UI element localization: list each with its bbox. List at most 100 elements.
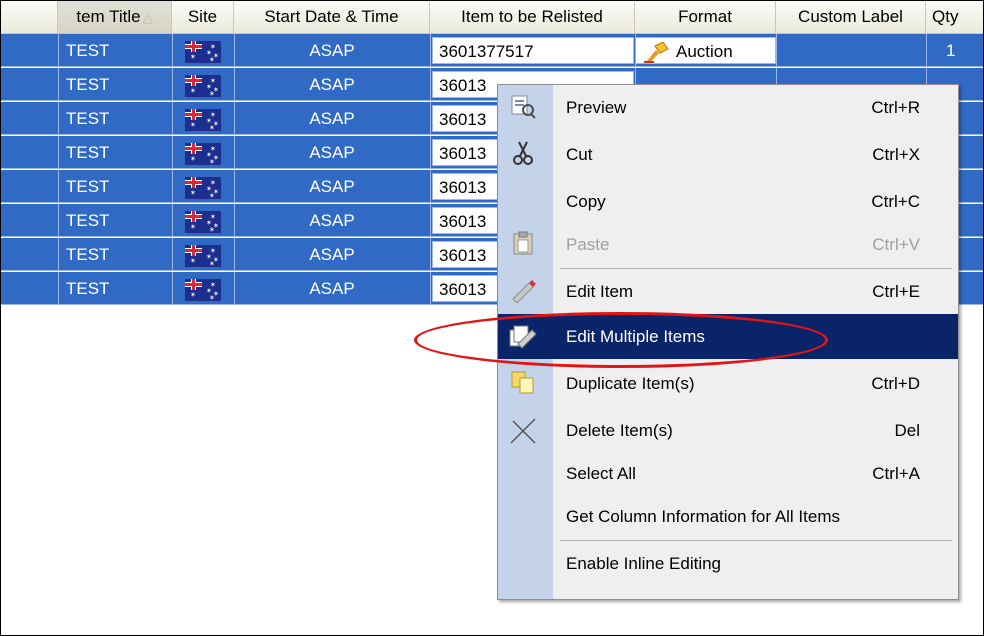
column-header-start-date[interactable]: Start Date & Time xyxy=(234,1,430,33)
column-header-label: tem Title xyxy=(76,7,141,26)
row-selector[interactable] xyxy=(1,205,58,236)
grid-line xyxy=(172,136,173,169)
row-selector[interactable] xyxy=(1,69,58,100)
grid-header: tem Title △ Site Start Date & Time Item t… xyxy=(1,1,983,34)
menu-item-enable-inline-editing[interactable]: Enable Inline Editing xyxy=(498,541,958,586)
cell-item-title[interactable]: TEST xyxy=(58,239,172,270)
grid-line xyxy=(926,34,927,67)
grid-line xyxy=(635,34,636,67)
cell-item-title[interactable]: TEST xyxy=(58,69,172,100)
cell-start-date[interactable]: ASAP xyxy=(234,103,430,134)
duplicate-icon xyxy=(508,369,538,399)
clipboard-icon xyxy=(508,230,538,260)
row-selector[interactable] xyxy=(1,137,58,168)
menu-item-shortcut: Del xyxy=(894,421,920,440)
cell-site[interactable]: ✶ ✶ ✶ ✶ ✶ xyxy=(172,273,234,304)
row-selector[interactable] xyxy=(1,35,58,66)
menu-item-label: Select All xyxy=(566,464,636,483)
column-header-format[interactable]: Format xyxy=(635,1,776,33)
cell-item-to-be-relisted[interactable]: 3601377517 xyxy=(432,37,634,64)
menu-item-edit-multiple-items[interactable]: Edit Multiple Items xyxy=(498,314,958,359)
column-header-site[interactable]: Site xyxy=(172,1,234,33)
grid-line xyxy=(58,272,59,305)
menu-item-shortcut: Ctrl+D xyxy=(871,374,920,393)
row-selector[interactable] xyxy=(1,273,58,304)
grid-line xyxy=(430,272,431,305)
cell-item-title[interactable]: TEST xyxy=(58,171,172,202)
cell-start-date[interactable]: ASAP xyxy=(234,69,430,100)
grid-line xyxy=(172,204,173,237)
grid-line xyxy=(430,204,431,237)
grid-line xyxy=(430,102,431,135)
cell-qty[interactable]: 1 xyxy=(926,35,983,66)
menu-item-shortcut: Ctrl+R xyxy=(871,98,920,117)
cell-custom-label[interactable] xyxy=(776,35,926,66)
cell-item-title[interactable]: TEST xyxy=(58,35,172,66)
menu-item-shortcut: Ctrl+A xyxy=(872,464,920,483)
cell-format[interactable]: Auction xyxy=(635,37,776,64)
menu-item-duplicate-item-s[interactable]: Duplicate Item(s) Ctrl+D xyxy=(498,361,958,406)
cell-site[interactable]: ✶ ✶ ✶ ✶ ✶ xyxy=(172,103,234,134)
menu-item-shortcut: Ctrl+V xyxy=(872,235,920,254)
menu-item-label: Edit Multiple Items xyxy=(566,327,705,346)
cell-start-date[interactable]: ASAP xyxy=(234,239,430,270)
cell-site[interactable]: ✶ ✶ ✶ ✶ ✶ xyxy=(172,171,234,202)
grid-line xyxy=(430,34,431,67)
cell-site[interactable]: ✶ ✶ ✶ ✶ ✶ xyxy=(172,239,234,270)
row-selector[interactable] xyxy=(1,239,58,270)
column-header-item-to-be-relisted[interactable]: Item to be Relisted xyxy=(430,1,635,33)
row-selector[interactable] xyxy=(1,103,58,134)
grid-line xyxy=(234,204,235,237)
grid-line xyxy=(430,170,431,203)
cell-site[interactable]: ✶ ✶ ✶ ✶ ✶ xyxy=(172,69,234,100)
column-header-item-title[interactable]: tem Title △ xyxy=(58,1,172,33)
cell-start-date[interactable]: ASAP xyxy=(234,137,430,168)
grid-line xyxy=(172,102,173,135)
row-header-corner xyxy=(1,1,58,33)
cell-start-date[interactable]: ASAP xyxy=(234,205,430,236)
preview-icon xyxy=(508,93,538,123)
column-header-label: Custom Label xyxy=(798,7,903,26)
cell-start-date[interactable]: ASAP xyxy=(234,35,430,66)
cell-item-title[interactable]: TEST xyxy=(58,205,172,236)
grid-line xyxy=(58,136,59,169)
grid-line xyxy=(58,204,59,237)
grid-line xyxy=(172,272,173,305)
column-header-qty[interactable]: Qty xyxy=(926,1,983,33)
australian-flag-icon: ✶ ✶ ✶ ✶ ✶ xyxy=(185,176,221,200)
grid-line xyxy=(58,238,59,271)
grid-line xyxy=(234,170,235,203)
column-header-label: Format xyxy=(678,7,732,26)
menu-item-preview[interactable]: Preview Ctrl+R xyxy=(498,85,958,130)
cell-start-date[interactable]: ASAP xyxy=(234,273,430,304)
cell-site[interactable]: ✶ ✶ ✶ ✶ ✶ xyxy=(172,205,234,236)
menu-item-label: Copy xyxy=(566,192,606,211)
menu-item-paste: Paste Ctrl+V xyxy=(498,222,958,267)
australian-flag-icon: ✶ ✶ ✶ ✶ ✶ xyxy=(185,74,221,98)
table-row[interactable]: TEST ✶ ✶ ✶ ✶ ✶ ASAP 3601377517 Auction 1 xyxy=(1,34,983,67)
grid-line xyxy=(58,102,59,135)
grid-line xyxy=(776,34,777,67)
cell-site[interactable]: ✶ ✶ ✶ ✶ ✶ xyxy=(172,137,234,168)
australian-flag-icon: ✶ ✶ ✶ ✶ ✶ xyxy=(185,142,221,166)
menu-item-copy[interactable]: Copy Ctrl+C xyxy=(498,179,958,224)
grid-line xyxy=(234,34,235,67)
menu-item-select-all[interactable]: Select All Ctrl+A xyxy=(498,451,958,496)
context-menu: Preview Ctrl+R Cut Ctrl+X Copy Ctrl+C Paste Ctr… xyxy=(497,84,959,600)
menu-item-get-column-information-for-all-items[interactable]: Get Column Information for All Items xyxy=(498,494,958,539)
cell-item-title[interactable]: TEST xyxy=(58,137,172,168)
menu-item-label: Get Column Information for All Items xyxy=(566,507,840,526)
menu-item-delete-item-s[interactable]: Delete Item(s) Del xyxy=(498,408,958,453)
menu-separator xyxy=(560,268,952,269)
grid-line xyxy=(172,238,173,271)
cell-item-title[interactable]: TEST xyxy=(58,273,172,304)
menu-item-cut[interactable]: Cut Ctrl+X xyxy=(498,132,958,177)
column-header-custom-label[interactable]: Custom Label xyxy=(776,1,926,33)
row-selector[interactable] xyxy=(1,171,58,202)
cell-item-title[interactable]: TEST xyxy=(58,103,172,134)
cell-start-date[interactable]: ASAP xyxy=(234,171,430,202)
menu-item-edit-item[interactable]: Edit Item Ctrl+E xyxy=(498,269,958,314)
menu-item-shortcut: Ctrl+X xyxy=(872,145,920,164)
edit-pencil-icon xyxy=(508,277,538,307)
cell-site[interactable]: ✶ ✶ ✶ ✶ ✶ xyxy=(172,35,234,66)
